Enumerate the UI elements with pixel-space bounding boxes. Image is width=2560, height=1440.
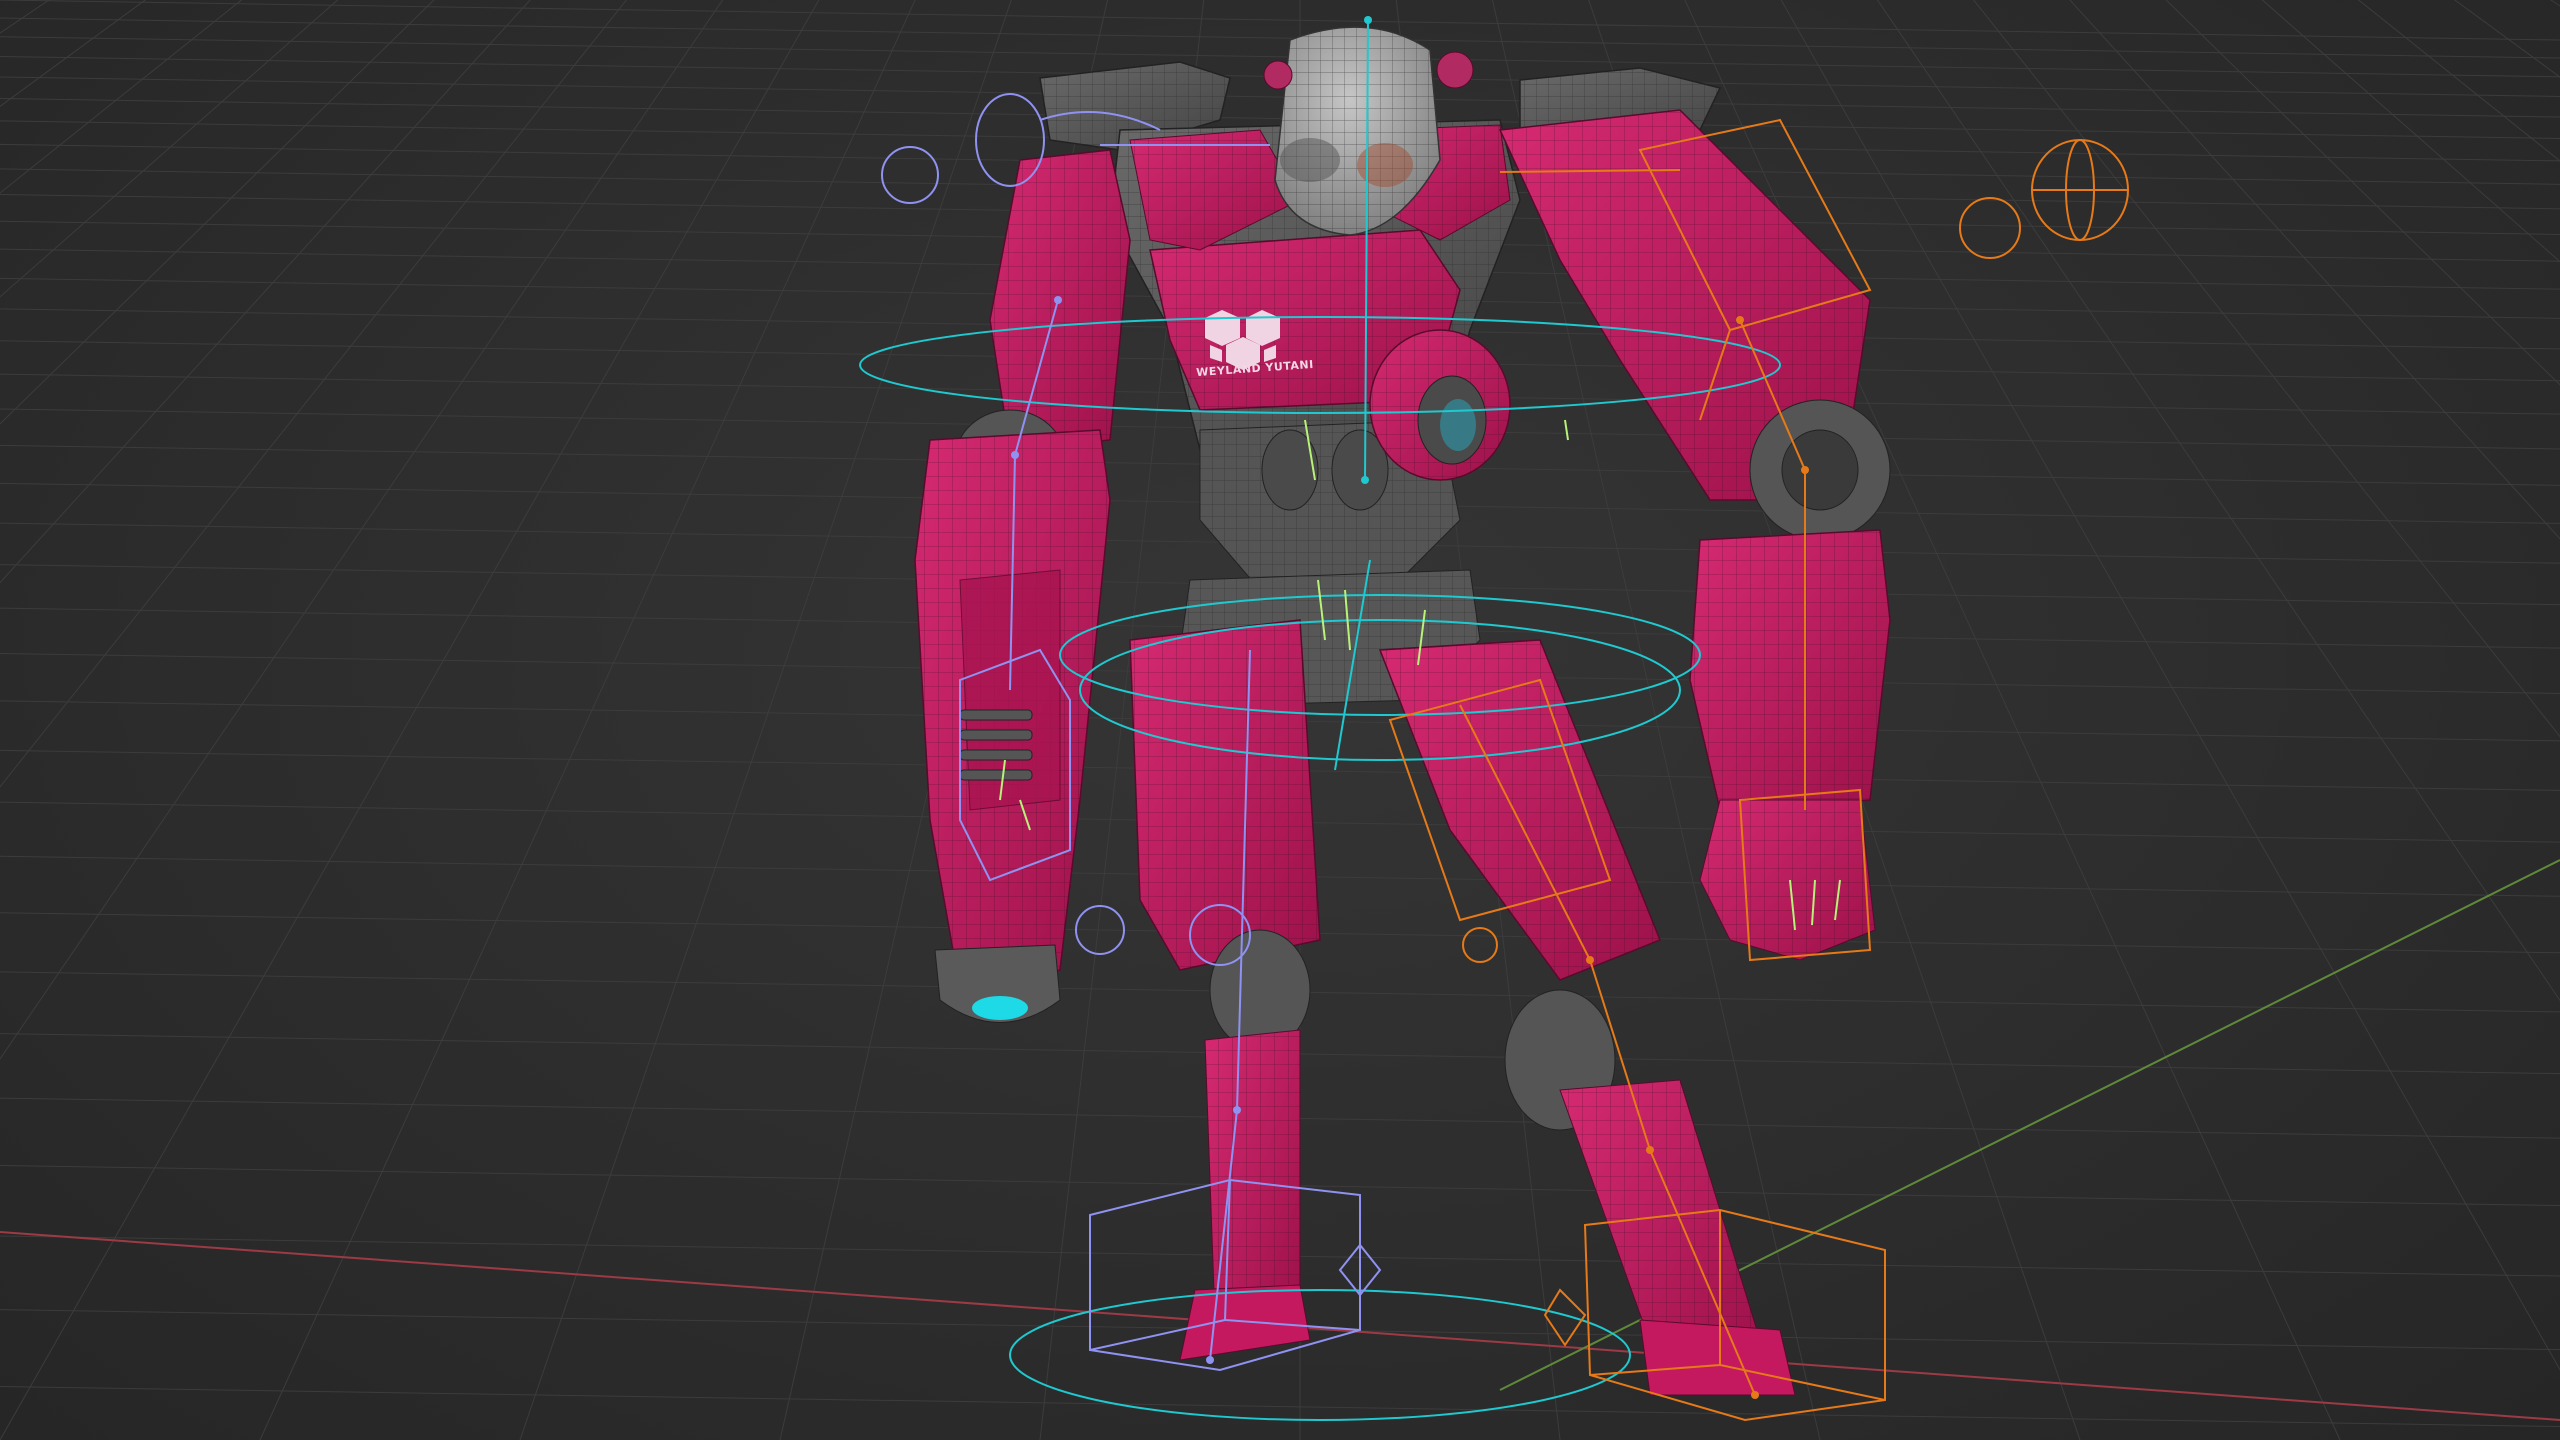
left-rig[interactable] xyxy=(881,93,1382,1372)
left-foot-ik-box[interactable] xyxy=(1089,1178,1361,1372)
right-rig[interactable] xyxy=(1388,118,2129,1422)
left-upper-arm-bone[interactable] xyxy=(1014,299,1059,456)
right-clavicle-bone[interactable] xyxy=(1499,169,1681,173)
left-thigh-bone[interactable] xyxy=(1236,649,1251,1111)
right-shoulder-ik-box[interactable] xyxy=(1638,118,1872,421)
left-clavicle-control[interactable] xyxy=(1039,111,1161,131)
right-hip-ik-box[interactable] xyxy=(1388,678,1612,922)
right-shin-bone[interactable] xyxy=(1589,959,1651,1151)
armature-overlay[interactable] xyxy=(0,0,2560,1440)
pelvis-control[interactable] xyxy=(1079,619,1681,761)
right-knee-pole[interactable] xyxy=(1462,927,1498,963)
right-foot-bone[interactable] xyxy=(1649,1149,1756,1396)
left-forearm-bone[interactable] xyxy=(1009,454,1016,691)
spine-bone[interactable] xyxy=(1364,19,1369,481)
left-elbow-pole[interactable] xyxy=(1075,905,1125,955)
root-control[interactable] xyxy=(1009,1289,1631,1421)
joint-markers[interactable] xyxy=(1011,16,1809,1399)
right-upper-arm-bone[interactable] xyxy=(1739,319,1806,471)
center-controls[interactable] xyxy=(859,19,1781,1421)
right-foot-ik-box[interactable] xyxy=(1583,1208,1886,1422)
left-hand-ik-box[interactable] xyxy=(959,648,1071,882)
left-shoulder-control[interactable] xyxy=(975,93,1045,187)
right-heel-control[interactable] xyxy=(1543,1288,1587,1347)
right-eye-control[interactable] xyxy=(1959,197,2021,259)
3d-viewport[interactable]: WEYLAND YUTANI xyxy=(0,0,2560,1440)
hip-control[interactable] xyxy=(1059,594,1701,716)
right-hand-ik-box[interactable] xyxy=(1738,788,1872,962)
left-eye-control[interactable] xyxy=(881,146,939,204)
finger-bones[interactable] xyxy=(999,419,1841,931)
spine-lower-bone[interactable] xyxy=(1334,559,1371,771)
